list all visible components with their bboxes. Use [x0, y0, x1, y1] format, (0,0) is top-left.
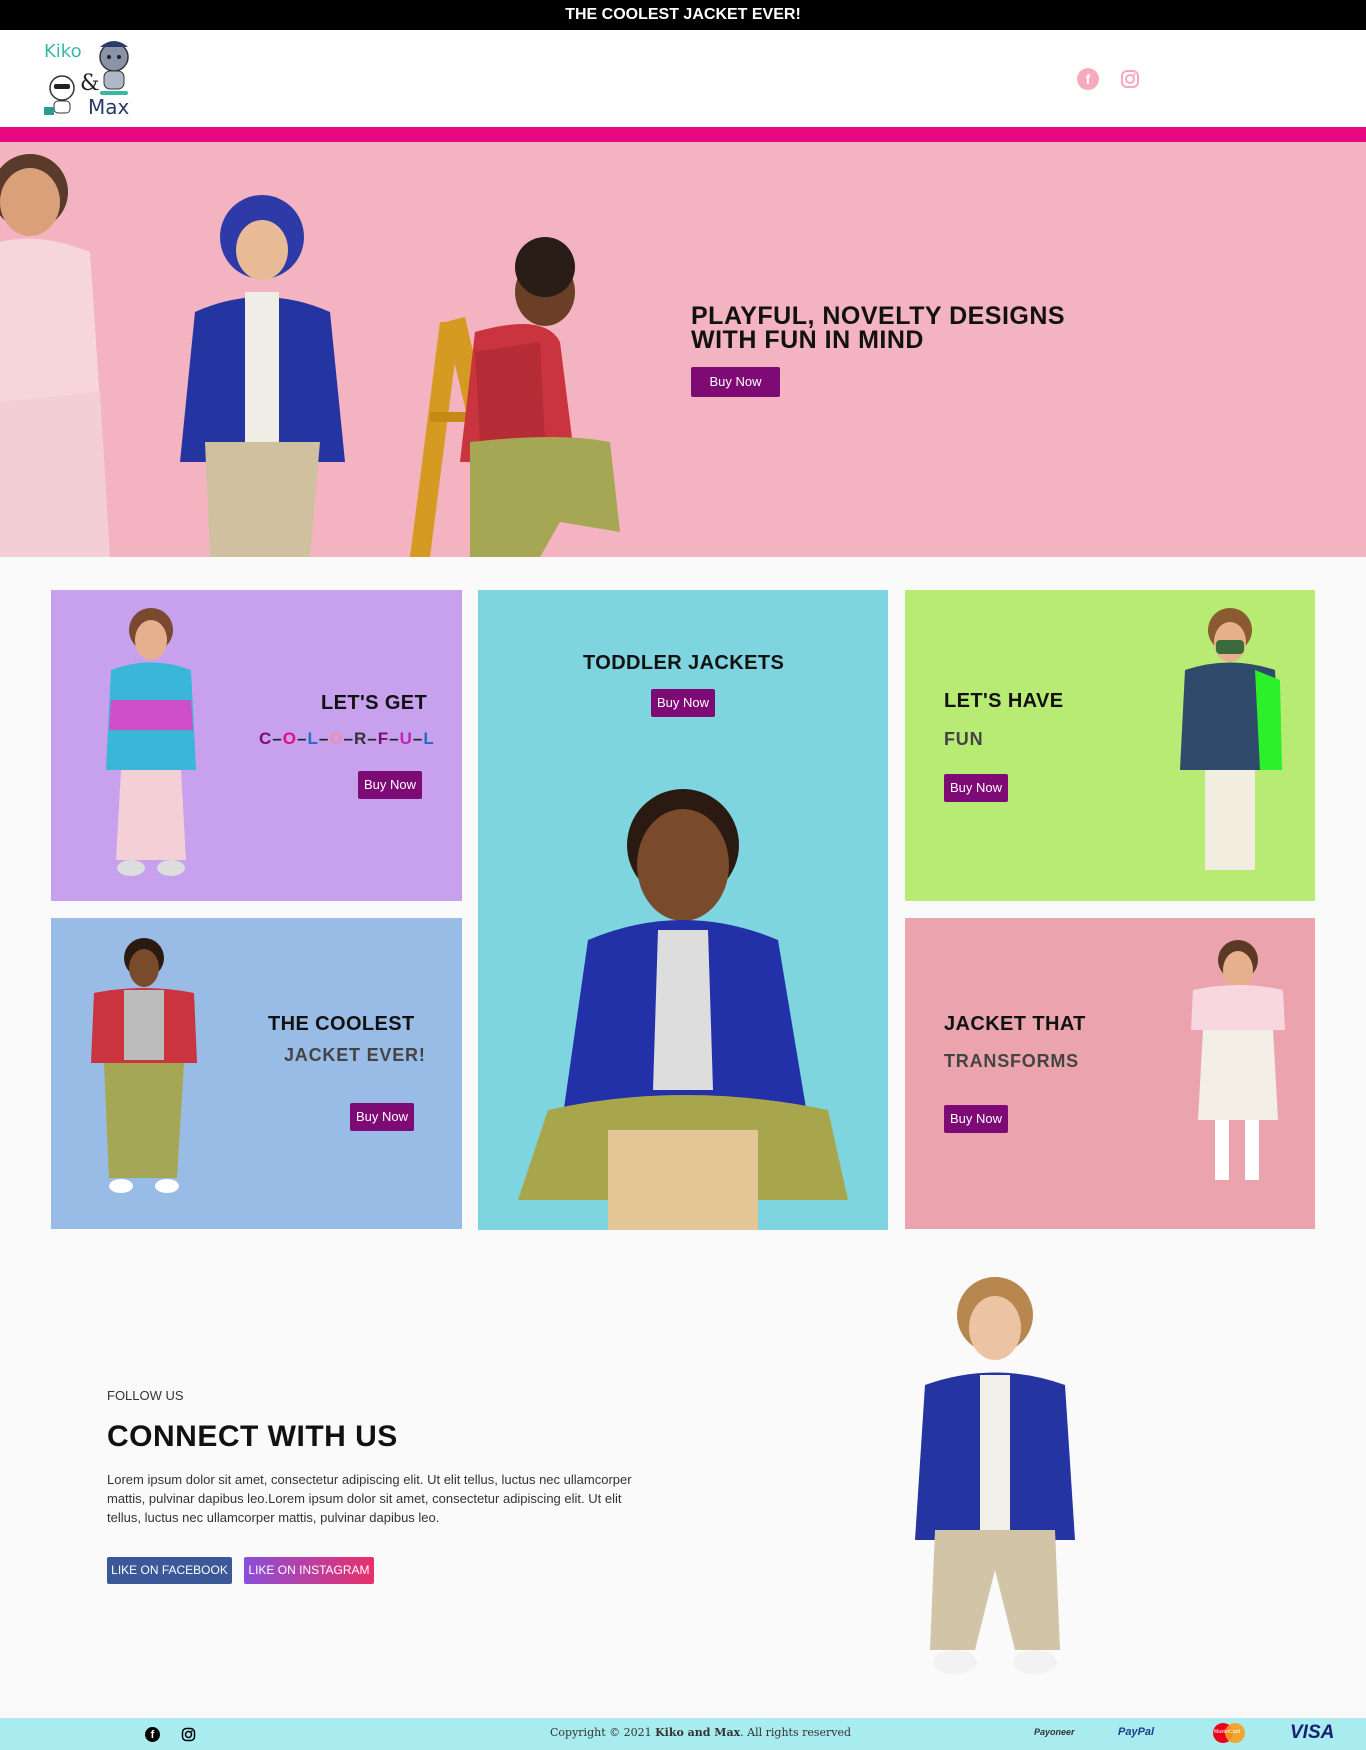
- connect-eyebrow: FOLLOW US: [107, 1388, 184, 1403]
- footer-facebook-link[interactable]: f: [145, 1727, 160, 1742]
- logo-ampersand: &: [80, 71, 100, 96]
- card-colorful: LET'S GET C–O–L–O–R–F–U–L Buy Now: [51, 590, 462, 901]
- like-on-instagram-button[interactable]: LIKE ON INSTAGRAM: [244, 1557, 374, 1584]
- mastercard-logo: MasterCard: [1213, 1723, 1247, 1743]
- letter-r: R: [354, 729, 368, 748]
- copyright-suffix: . All rights reserved: [740, 1726, 852, 1739]
- card-toddler-image: [518, 789, 848, 1230]
- copyright-prefix: Copyright © 2021: [550, 1726, 656, 1739]
- dash-5: –: [367, 729, 378, 748]
- card-toddler-buy-now-button[interactable]: Buy Now: [651, 689, 715, 717]
- card-coolest-image: [91, 938, 197, 1193]
- card-colorful-title: LET'S GET: [321, 692, 428, 714]
- announcement-bar: THE COOLEST JACKET EVER!: [0, 0, 1366, 30]
- card-transforms-title: JACKET THAT: [944, 1013, 1086, 1035]
- letter-l-2: L: [423, 729, 435, 748]
- logo-word-kiko: Kiko: [44, 41, 82, 62]
- card-colorful-image: [106, 608, 196, 876]
- card-transforms: JACKET THAT TRANSFORMS Buy Now: [905, 918, 1315, 1229]
- card-coolest-buy-now-button[interactable]: Buy Now: [350, 1103, 414, 1131]
- card-fun-image: [1180, 608, 1282, 870]
- copyright-brand: Kiko and Max: [655, 1726, 741, 1739]
- logo-word-max: Max: [88, 95, 130, 119]
- hero-headline-line-1: PLAYFUL, NOVELTY DESIGNS: [691, 302, 1066, 330]
- site-header: Kiko & Max f: [0, 30, 1366, 127]
- dash-7: –: [412, 729, 424, 748]
- mastercard-label: MasterCard: [1214, 1729, 1241, 1735]
- connect-kid-image: [915, 1277, 1075, 1674]
- card-fun: LET'S HAVE FUN Buy Now: [905, 590, 1315, 901]
- dash-3: –: [318, 729, 330, 748]
- hero-banner: PLAYFUL, NOVELTY DESIGNS WITH FUN IN MIN…: [0, 142, 1366, 557]
- card-colorful-letters: C–O–L–O–R–F–U–L: [259, 729, 435, 749]
- header-divider: [0, 127, 1366, 142]
- dash-4: –: [343, 729, 355, 748]
- instagram-icon: [1121, 70, 1139, 88]
- hero-buy-now-button[interactable]: Buy Now: [691, 367, 780, 397]
- card-toddler-jackets: TODDLER JACKETS Buy Now: [478, 590, 888, 1230]
- header-facebook-link[interactable]: f: [1077, 68, 1099, 90]
- paypal-logo: PayPal: [1118, 1726, 1155, 1738]
- letter-o: O: [282, 729, 297, 748]
- copyright-text: Copyright © 2021 Kiko and Max. All right…: [550, 1726, 851, 1739]
- card-fun-title: LET'S HAVE: [944, 690, 1064, 712]
- card-fun-subtitle: FUN: [944, 729, 984, 749]
- hero-headline-line-2: WITH FUN IN MIND: [691, 326, 924, 354]
- connect-title: CONNECT WITH US: [107, 1420, 398, 1453]
- letter-c: C: [259, 729, 273, 748]
- card-coolest-subtitle: JACKET EVER!: [284, 1045, 426, 1065]
- hero-kids-image: [0, 154, 620, 557]
- card-transforms-subtitle: TRANSFORMS: [944, 1051, 1079, 1071]
- facebook-icon: f: [150, 1728, 155, 1741]
- connect-body-text: Lorem ipsum dolor sit amet, consectetur …: [107, 1472, 632, 1525]
- payoneer-logo: Payoneer: [1034, 1727, 1075, 1737]
- dash-6: –: [389, 729, 400, 748]
- card-transforms-image: [1191, 940, 1285, 1180]
- letter-o-2: O: [329, 729, 344, 748]
- dash-2: –: [296, 729, 308, 748]
- dash-1: –: [272, 729, 283, 748]
- letter-u: U: [399, 729, 413, 748]
- card-coolest-title: THE COOLEST: [268, 1013, 415, 1035]
- card-colorful-buy-now-button[interactable]: Buy Now: [358, 771, 422, 799]
- header-instagram-link[interactable]: [1119, 68, 1141, 90]
- hero-headline: PLAYFUL, NOVELTY DESIGNS WITH FUN IN MIN…: [691, 302, 1111, 354]
- card-toddler-title: TODDLER JACKETS: [583, 652, 785, 674]
- visa-logo: VISA: [1290, 1722, 1335, 1743]
- card-transforms-buy-now-button[interactable]: Buy Now: [944, 1105, 1008, 1133]
- footer-instagram-link[interactable]: [181, 1727, 196, 1747]
- site-logo[interactable]: Kiko & Max: [42, 35, 142, 123]
- letter-l: L: [307, 729, 319, 748]
- like-on-facebook-button[interactable]: LIKE ON FACEBOOK: [107, 1557, 232, 1584]
- letter-f: F: [377, 729, 390, 748]
- card-fun-buy-now-button[interactable]: Buy Now: [944, 774, 1008, 802]
- facebook-icon: f: [1085, 71, 1091, 87]
- instagram-icon: [181, 1727, 196, 1742]
- card-coolest: THE COOLEST JACKET EVER! Buy Now: [51, 918, 462, 1229]
